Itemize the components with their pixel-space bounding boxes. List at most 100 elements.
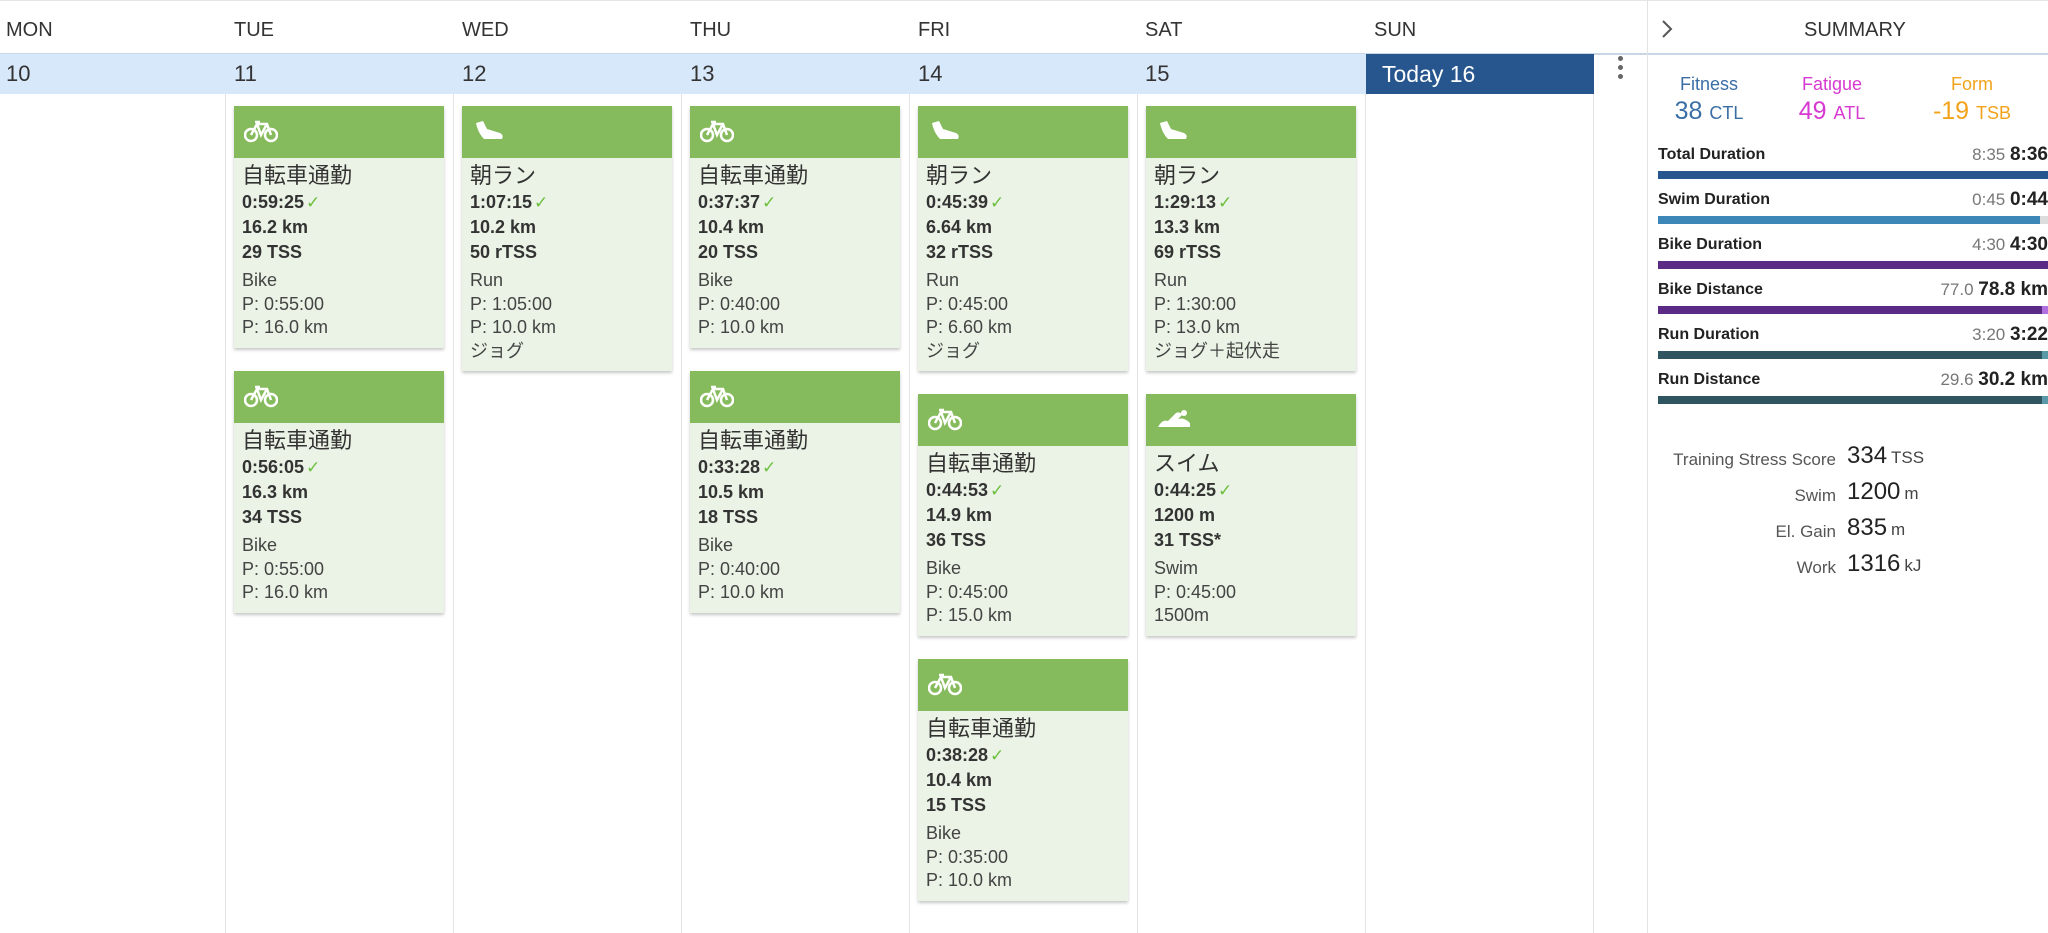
progress-actual: 3:22 xyxy=(2009,324,2048,345)
planned-duration: P: 0:55:00 xyxy=(242,558,325,579)
workout-duration: 0:38:28 xyxy=(926,745,989,765)
chevron-right-icon[interactable] xyxy=(1660,19,1674,39)
workout-card[interactable]: 自転車通勤 0:56:05 ✓ 16.3 km 34 TSS Bike P: 0:55:00… xyxy=(234,371,444,613)
stat-unit: TSS xyxy=(1891,448,1925,467)
workout-card[interactable]: 自転車通勤 0:44:53 ✓ 14.9 km 36 TSS Bike P: 0:45:00… xyxy=(918,394,1128,636)
progress-planned: 77.0 xyxy=(1940,280,1974,299)
day-name-tue: TUE xyxy=(234,19,274,41)
workout-card[interactable]: 朝ラン 1:07:15 ✓ 10.2 km 50 rTSS Run P: 1:05:00 P:… xyxy=(462,106,672,371)
workout-tss: 69 rTSS xyxy=(1154,242,1222,262)
progress-label: Run Duration xyxy=(1658,326,1760,343)
stat-value: 1200 xyxy=(1847,478,1901,505)
progress-fill xyxy=(1658,261,2048,269)
completed-check-icon: ✓ xyxy=(762,193,777,212)
workout-duration: 0:44:53 xyxy=(926,480,989,500)
workout-duration: 0:45:39 xyxy=(926,192,989,212)
workout-tss: 20 TSS xyxy=(698,242,759,262)
stat-label: Swim xyxy=(1794,486,1836,505)
planned-duration: P: 0:45:00 xyxy=(1154,581,1237,602)
progress-fill xyxy=(1658,306,2048,314)
date-mon[interactable]: 10 xyxy=(6,61,30,87)
column-divider xyxy=(1593,94,1594,933)
planned-distance: P: 10.0 km xyxy=(470,317,557,337)
summary-header: SUMMARY xyxy=(1648,0,2048,55)
sport-bar xyxy=(690,371,900,423)
stat-value: 334 xyxy=(1847,442,1888,469)
progress-label: Total Duration xyxy=(1658,146,1766,163)
planned-duration: P: 0:40:00 xyxy=(698,558,781,579)
planned-distance: P: 10.0 km xyxy=(698,317,785,337)
workout-card[interactable]: 朝ラン 0:45:39 ✓ 6.64 km 32 rTSS Run P: 0:45:00 P:… xyxy=(918,106,1128,371)
workout-card[interactable]: 自転車通勤 0:33:28 ✓ 10.5 km 18 TSS Bike P: 0:40:00… xyxy=(690,371,900,613)
workout-sport: Bike xyxy=(242,535,278,555)
workout-distance: 13.3 km xyxy=(1154,217,1221,237)
form-label: Form xyxy=(1951,74,1993,94)
workout-card[interactable]: 自転車通勤 0:59:25 ✓ 16.2 km 29 TSS Bike P: 0:55:00… xyxy=(234,106,444,348)
completed-check-icon: ✓ xyxy=(990,746,1005,765)
progress-row: Bike Duration 4:30 4:30 xyxy=(1658,234,2048,280)
calendar-week: MON TUE WED THU FRI SAT SUN 10 11 12 13 … xyxy=(0,0,1648,933)
workout-note: ジョグ xyxy=(926,340,980,361)
date-sat[interactable]: 15 xyxy=(1145,61,1169,87)
workout-sport: Bike xyxy=(698,270,734,290)
workout-distance: 10.4 km xyxy=(698,217,765,237)
workout-sport: Bike xyxy=(926,823,962,843)
planned-distance: P: 10.0 km xyxy=(698,582,785,602)
progress-actual: 0:44 xyxy=(2009,189,2048,210)
stat-unit: kJ xyxy=(1904,556,1922,575)
workout-card[interactable]: 朝ラン 1:29:13 ✓ 13.3 km 69 rTSS Run P: 1:30:00 P:… xyxy=(1146,106,1356,371)
workout-tss: 50 rTSS xyxy=(470,242,538,262)
progress-label: Run Distance xyxy=(1658,371,1761,388)
workout-title: 朝ラン xyxy=(470,163,537,188)
workout-duration: 0:33:28 xyxy=(698,457,761,477)
more-options-icon[interactable] xyxy=(1612,54,1628,84)
summary-stat: Training Stress Score 334 TSS xyxy=(1648,442,2048,472)
date-tue[interactable]: 11 xyxy=(234,61,257,87)
fatigue-metric: Fatigue 49 ATL xyxy=(1772,74,1892,126)
stat-value: 1316 xyxy=(1847,550,1901,577)
workout-duration: 0:44:25 xyxy=(1154,480,1217,500)
day-name-sat: SAT xyxy=(1145,19,1183,41)
sport-bar xyxy=(1146,394,1356,446)
date-wed[interactable]: 12 xyxy=(462,61,486,87)
workout-title: 朝ラン xyxy=(1154,163,1221,188)
workout-sport: Run xyxy=(470,270,504,290)
workout-card[interactable]: 自転車通勤 0:38:28 ✓ 10.4 km 15 TSS Bike P: 0:35:00… xyxy=(918,659,1128,901)
column-divider xyxy=(1365,94,1366,933)
workout-title: 朝ラン xyxy=(926,163,993,188)
day-name-thu: THU xyxy=(690,19,732,41)
workout-note: ジョグ＋起伏走 xyxy=(1154,340,1280,361)
progress-actual: 30.2 km xyxy=(1978,369,2048,390)
workout-card[interactable]: 自転車通勤 0:37:37 ✓ 10.4 km 20 TSS Bike P: 0:40:00… xyxy=(690,106,900,348)
progress-planned: 4:30 xyxy=(1972,235,2006,254)
fitness-label: Fitness xyxy=(1679,74,1739,94)
workout-title: 自転車通勤 xyxy=(926,451,1037,476)
progress-label: Bike Distance xyxy=(1658,281,1763,298)
progress-fill xyxy=(1658,396,2048,404)
summary-stat: El. Gain 835 m xyxy=(1648,514,2048,544)
progress-row: Run Distance 29.6 30.2 km xyxy=(1658,369,2048,415)
date-fri[interactable]: 14 xyxy=(918,61,942,87)
workout-sport: Run xyxy=(926,270,960,290)
stat-unit: m xyxy=(1891,520,1906,539)
stat-unit: m xyxy=(1904,484,1919,503)
date-thu[interactable]: 13 xyxy=(690,61,714,87)
workout-sport: Bike xyxy=(242,270,278,290)
workout-title: 自転車通勤 xyxy=(242,163,353,188)
workout-duration: 0:59:25 xyxy=(242,192,305,212)
progress-row: Run Duration 3:20 3:22 xyxy=(1658,324,2048,370)
day-name-sun: SUN xyxy=(1374,19,1417,41)
today-date-cell[interactable]: Today 16 xyxy=(1366,54,1594,94)
sport-bar xyxy=(234,106,444,158)
progress-track xyxy=(1658,396,2048,404)
workout-card[interactable]: スイム 0:44:25 ✓ 1200 m 31 TSS* Swim P: 0:45:00 15… xyxy=(1146,394,1356,636)
planned-distance: 1500m xyxy=(1154,605,1210,625)
workout-title: 自転車通勤 xyxy=(242,428,353,453)
workout-sport: Swim xyxy=(1154,558,1198,578)
summary-panel: SUMMARY Fitness 38 CTL Fatigue 49 ATL Fo… xyxy=(1647,0,2048,933)
sport-bar xyxy=(918,394,1128,446)
planned-distance: P: 10.0 km xyxy=(926,870,1013,890)
workout-distance: 6.64 km xyxy=(926,217,993,237)
day-name-mon: MON xyxy=(6,19,53,41)
planned-duration: P: 0:45:00 xyxy=(926,293,1009,314)
